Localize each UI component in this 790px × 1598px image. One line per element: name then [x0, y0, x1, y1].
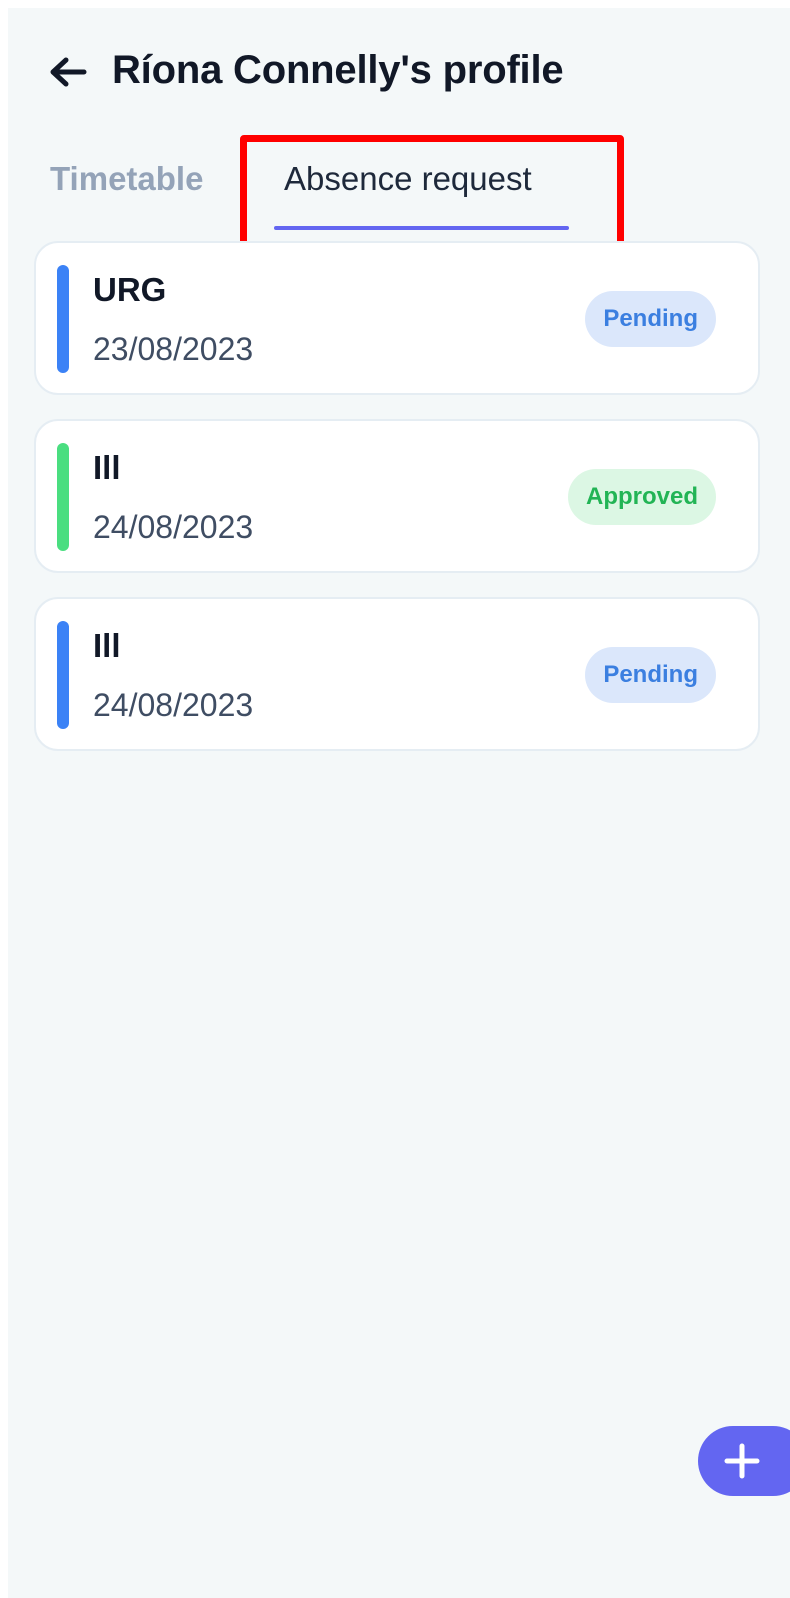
status-bar [57, 265, 69, 373]
absence-request-card[interactable]: URG 23/08/2023 Pending [34, 241, 760, 395]
absence-request-card[interactable]: Ill 24/08/2023 Pending [34, 597, 760, 751]
page-title: Ríona Connelly's profile [112, 48, 564, 92]
tab-timetable-label: Timetable [50, 160, 204, 197]
active-tab-indicator [274, 226, 569, 230]
absence-request-card[interactable]: Ill 24/08/2023 Approved [34, 419, 760, 573]
plus-icon [724, 1443, 760, 1479]
status-badge: Approved [567, 469, 716, 525]
request-date: 23/08/2023 [93, 331, 254, 367]
request-title: URG [93, 271, 167, 308]
tab-timetable[interactable]: Timetable [50, 138, 240, 238]
request-title: Ill [93, 627, 121, 664]
tab-bar: Timetable Absence request [8, 138, 790, 238]
request-title: Ill [93, 449, 121, 486]
status-badge: Pending [585, 291, 716, 347]
back-button[interactable] [46, 50, 90, 94]
request-date: 24/08/2023 [93, 687, 254, 723]
status-badge: Pending [585, 647, 716, 703]
tab-absence-request[interactable]: Absence request [274, 138, 574, 238]
add-absence-request-button[interactable] [698, 1426, 790, 1496]
status-bar [57, 443, 69, 551]
request-date: 24/08/2023 [93, 509, 254, 545]
header: Ríona Connelly's profile [8, 8, 790, 138]
absence-request-list: URG 23/08/2023 Pending Ill 24/08/2023 Ap… [34, 241, 762, 775]
tab-absence-request-label: Absence request [284, 160, 532, 197]
arrow-left-icon [50, 57, 87, 87]
profile-screen: Ríona Connelly's profile Timetable Absen… [8, 8, 790, 1598]
status-bar [57, 621, 69, 729]
